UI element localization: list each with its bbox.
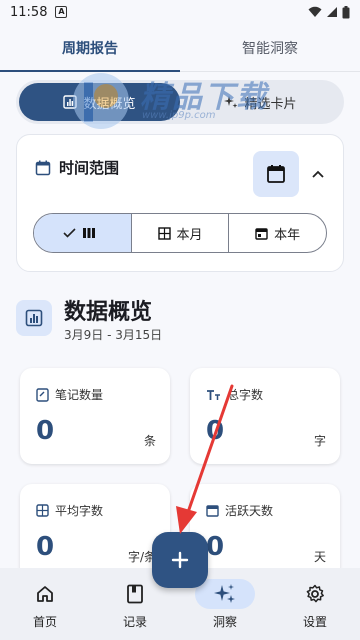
nav-home[interactable]: 首页 — [0, 568, 90, 640]
nav-settings[interactable]: 设置 — [270, 568, 360, 640]
stat-label: 活跃天数 — [225, 504, 274, 518]
plus-icon — [171, 551, 189, 569]
stat-value: 0 — [206, 532, 225, 562]
notification-icon: A — [55, 6, 68, 18]
range-month-label: 本月 — [176, 227, 203, 243]
stat-label: 笔记数量 — [55, 388, 104, 402]
signal-icon — [327, 7, 337, 17]
view-featured-button[interactable]: 精选卡片 — [180, 83, 341, 121]
view-overview-button[interactable]: 数据概览 — [19, 83, 180, 121]
nav-settings-label: 设置 — [302, 614, 327, 629]
calendar-icon — [267, 165, 285, 183]
top-tabs: 周期报告 智能洞察 — [0, 24, 360, 72]
overview-date-range: 3月9日 - 3月15日 — [64, 328, 163, 342]
chart-icon — [63, 95, 78, 109]
note-icon — [36, 387, 49, 402]
stat-value: 0 — [36, 532, 55, 562]
gear-icon — [306, 584, 324, 602]
stat-label: 总字数 — [227, 388, 264, 402]
range-year-button[interactable]: 本年 — [228, 214, 326, 252]
calendar-icon — [206, 505, 219, 517]
week-icon — [82, 228, 95, 238]
status-time: 11:58 — [10, 4, 48, 20]
battery-icon — [342, 5, 350, 18]
view-overview-label: 数据概览 — [83, 96, 136, 112]
time-range-header: 时间范围 — [35, 157, 119, 178]
chevron-up-icon — [312, 170, 324, 178]
stat-active-days: 活跃天数 0 天 — [190, 484, 340, 580]
stat-value: 0 — [36, 416, 55, 446]
status-bar: 11:58 A — [0, 0, 360, 24]
calculator-icon — [36, 504, 49, 517]
status-right — [308, 5, 350, 19]
grid-icon — [157, 226, 171, 240]
book-icon — [127, 584, 143, 603]
home-icon — [37, 585, 53, 602]
range-week-button[interactable] — [34, 214, 131, 252]
view-featured-label: 精选卡片 — [244, 96, 297, 112]
overview-icon-box — [16, 300, 52, 336]
nav-insight-label: 洞察 — [212, 614, 237, 629]
wifi-icon — [308, 6, 322, 17]
tab-period-report[interactable]: 周期报告 — [0, 24, 180, 72]
calendar-icon — [35, 160, 51, 175]
collapse-button[interactable] — [307, 163, 329, 185]
stat-avg-words: 平均字数 0 字/条 — [20, 484, 170, 580]
tab-smart-insight[interactable]: 智能洞察 — [180, 24, 360, 71]
stat-value: 0 — [206, 416, 225, 446]
range-month-button[interactable]: 本月 — [130, 214, 229, 252]
nav-home-label: 首页 — [32, 614, 57, 629]
sparkle-icon — [224, 96, 238, 108]
stat-total-words: 总字数 0 字 — [190, 368, 340, 464]
stat-note-count: 笔记数量 0 条 — [20, 368, 170, 464]
stat-unit: 字 — [313, 434, 326, 448]
stat-unit: 天 — [313, 550, 326, 564]
check-icon — [63, 228, 76, 238]
nav-records-label: 记录 — [122, 614, 147, 629]
add-note-button[interactable] — [152, 532, 208, 588]
sparkle-icon — [214, 583, 235, 603]
chart-icon — [25, 309, 43, 327]
stat-unit: 条 — [143, 434, 156, 448]
text-size-icon — [207, 389, 220, 400]
time-range-title: 时间范围 — [59, 159, 120, 177]
range-segment: 本月 本年 — [33, 213, 327, 253]
range-year-label: 本年 — [274, 227, 301, 243]
calendar-icon — [255, 227, 268, 240]
date-picker-button[interactable] — [253, 151, 299, 197]
view-switch: 数据概览 精选卡片 — [16, 80, 344, 124]
time-range-card: 时间范围 本月 本年 — [16, 134, 344, 272]
stat-label: 平均字数 — [55, 504, 104, 518]
overview-title: 数据概览 — [64, 300, 153, 325]
